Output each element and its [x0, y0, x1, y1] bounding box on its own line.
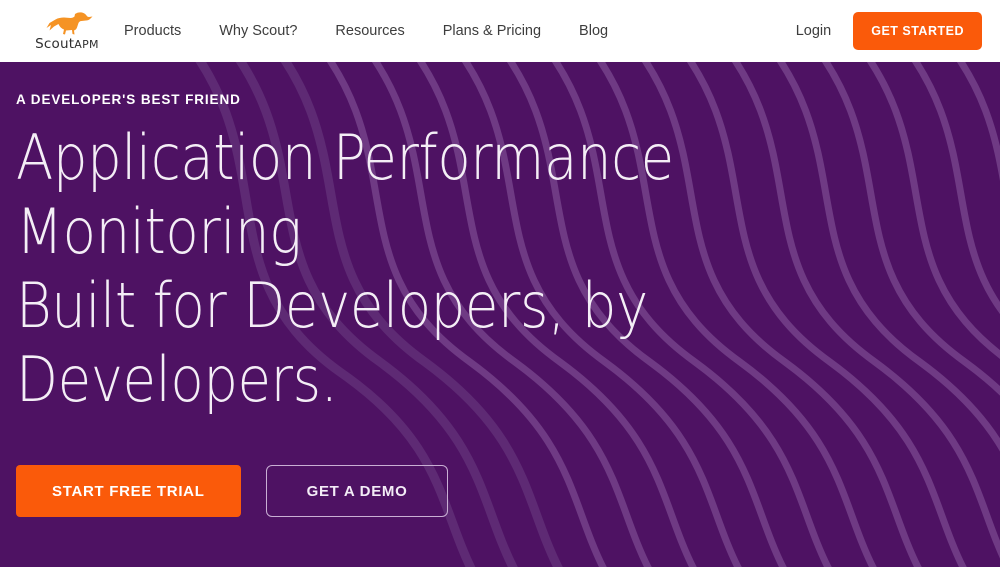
nav-item-why-scout[interactable]: Why Scout?	[200, 0, 316, 62]
get-started-button[interactable]: GET STARTED	[853, 12, 982, 50]
logo-wordmark: ScoutAPM	[35, 36, 99, 52]
nav-item-resources[interactable]: Resources	[316, 0, 423, 62]
start-free-trial-button[interactable]: START FREE TRIAL	[16, 465, 241, 517]
hero-section: A DEVELOPER'S BEST FRIEND Application Pe…	[0, 62, 1000, 567]
header-actions: Login GET STARTED	[796, 0, 982, 62]
hero-eyebrow: A DEVELOPER'S BEST FRIEND	[16, 92, 1000, 107]
hero-content: A DEVELOPER'S BEST FRIEND Application Pe…	[0, 62, 1000, 517]
logo-link[interactable]: ScoutAPM	[28, 4, 106, 58]
nav-item-products[interactable]: Products	[124, 0, 200, 62]
logo-word-suffix: APM	[74, 38, 99, 51]
hero-headline: Application Performance Monitoring Built…	[16, 121, 882, 417]
login-link[interactable]: Login	[796, 23, 831, 39]
site-header: ScoutAPM Products Why Scout? Resources P…	[0, 0, 1000, 62]
hero-cta-group: START FREE TRIAL GET A DEMO	[16, 465, 1000, 517]
pointer-dog-icon	[41, 11, 93, 35]
nav-item-blog[interactable]: Blog	[560, 0, 627, 62]
logo-word-primary: Scout	[35, 36, 74, 52]
get-a-demo-button[interactable]: GET A DEMO	[266, 465, 449, 517]
nav-item-plans-pricing[interactable]: Plans & Pricing	[424, 0, 560, 62]
main-navigation: Products Why Scout? Resources Plans & Pr…	[124, 0, 627, 62]
